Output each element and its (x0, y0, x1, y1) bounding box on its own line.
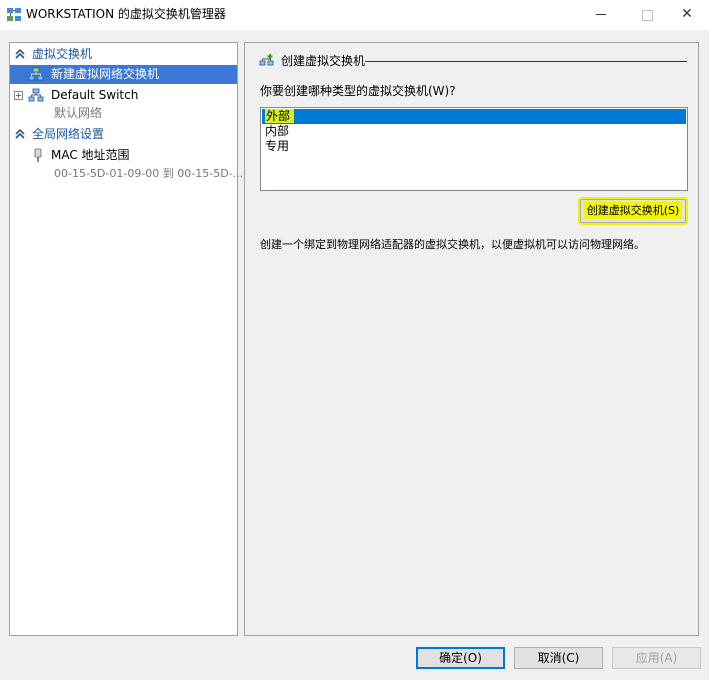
collapse-chevron-icon (14, 45, 26, 64)
sidebar-item-mac-address-range[interactable]: MAC 地址范围 (10, 146, 237, 165)
cancel-button[interactable]: 取消(C) (514, 647, 603, 669)
section-header-label: 虚拟交换机 (32, 47, 93, 61)
title-bar: WORKSTATION 的虚拟交换机管理器 ✕ (0, 0, 709, 30)
minimize-button[interactable] (578, 0, 624, 30)
group-divider (365, 61, 687, 62)
create-switch-icon (259, 54, 274, 66)
collapse-chevron-icon (14, 125, 26, 144)
network-switch-icon (28, 88, 44, 102)
list-item-label: 内部 (265, 124, 290, 138)
sidebar-item-subtext: 默认网络 (54, 106, 103, 120)
sidebar-item-label: Default Switch (51, 88, 139, 102)
switch-type-listbox[interactable]: 外部 内部 专用 (260, 107, 688, 191)
minimize-icon (596, 14, 606, 15)
create-virtual-switch-button[interactable]: 创建虚拟交换机(S) (580, 199, 686, 223)
close-button[interactable]: ✕ (664, 0, 709, 30)
section-header-global-network-settings[interactable]: 全局网络设置 (10, 125, 237, 144)
details-pane: 创建虚拟交换机 你要创建哪种类型的虚拟交换机(W)? 外部 内部 专用 创建虚拟… (244, 42, 699, 636)
sidebar-item-new-virtual-switch[interactable]: 新建虚拟网络交换机 (10, 65, 237, 84)
ok-button[interactable]: 确定(O) (416, 647, 505, 669)
sidebar-item-default-switch[interactable]: + Default Switch (10, 86, 237, 105)
sidebar-item-label: MAC 地址范围 (51, 148, 130, 162)
expand-icon[interactable]: + (14, 91, 23, 100)
sidebar-item-label: 新建虚拟网络交换机 (51, 67, 160, 81)
new-network-switch-icon (28, 67, 44, 81)
switch-type-description: 创建一个绑定到物理网络适配器的虚拟交换机，以便虚拟机可以访问物理网络。 (260, 238, 645, 251)
list-item-label: 外部 (265, 109, 295, 123)
mac-address-icon (34, 148, 42, 162)
window-title: WORKSTATION 的虚拟交换机管理器 (26, 7, 226, 21)
section-header-virtual-switches[interactable]: 虚拟交换机 (10, 45, 237, 64)
create-virtual-switch-label: 创建虚拟交换机(S) (583, 202, 683, 219)
switch-type-question: 你要创建哪种类型的虚拟交换机(W)? (260, 84, 456, 98)
apply-button[interactable]: 应用(A) (612, 647, 701, 669)
section-header-label: 全局网络设置 (32, 127, 105, 141)
sidebar-item-subtext: 00-15-5D-01-09-00 到 00-15-5D-... (54, 167, 244, 180)
list-item-private[interactable]: 专用 (262, 139, 686, 154)
navigation-pane: 虚拟交换机 新建虚拟网络交换机 + Default Switch 默认网络 全局… (9, 42, 243, 636)
close-icon: ✕ (681, 6, 693, 22)
list-item-internal[interactable]: 内部 (262, 124, 686, 139)
list-item-external[interactable]: 外部 (262, 109, 686, 124)
group-title-label: 创建虚拟交换机 (281, 54, 366, 68)
list-item-label: 专用 (265, 139, 290, 153)
maximize-icon (642, 10, 653, 21)
virtual-switch-manager-icon (7, 8, 21, 21)
